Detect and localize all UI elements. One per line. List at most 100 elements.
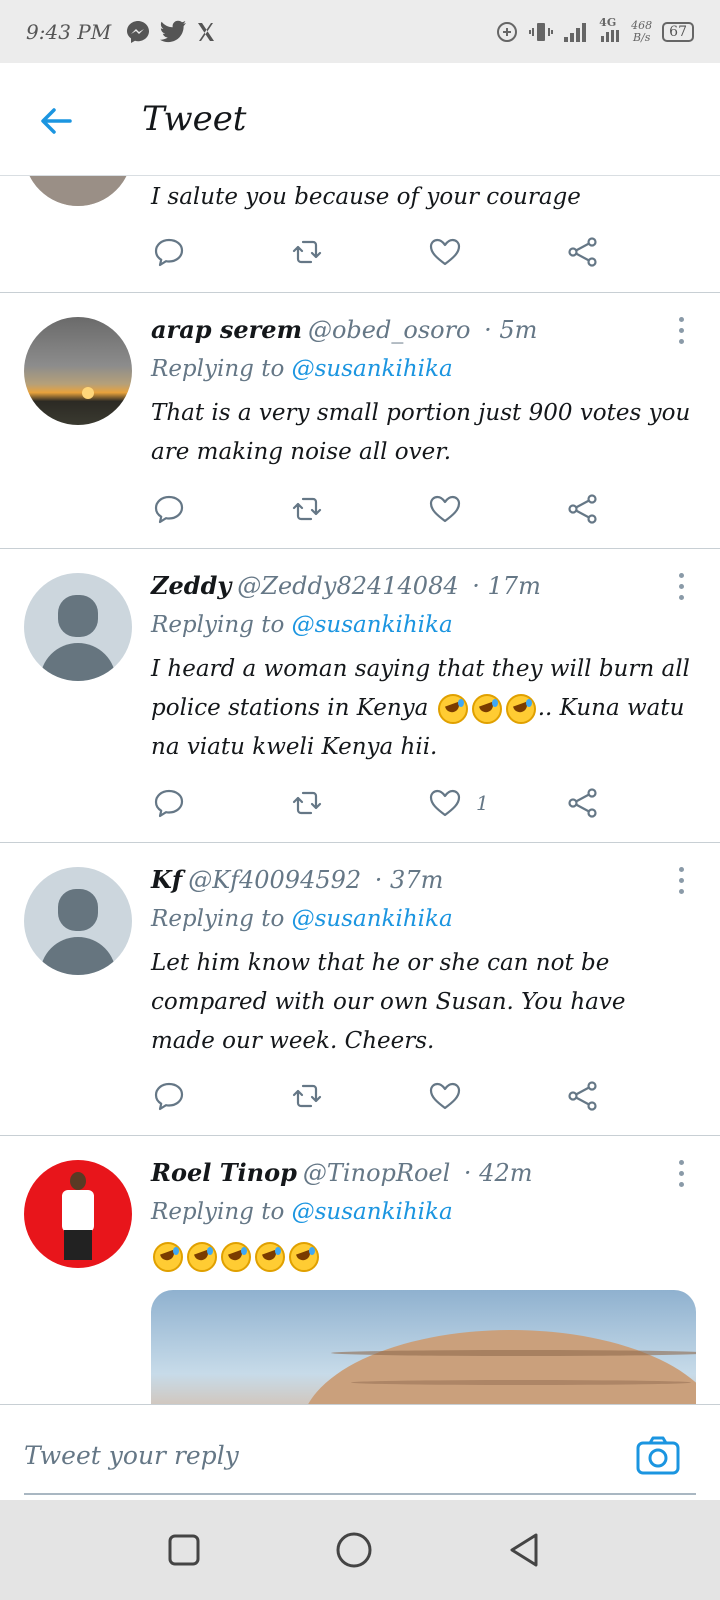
rofl-emoji bbox=[255, 1242, 285, 1272]
rofl-emoji bbox=[505, 694, 536, 724]
camera-icon[interactable] bbox=[636, 1435, 680, 1475]
mention-link[interactable]: @susankihika bbox=[292, 356, 453, 382]
more-options-icon[interactable] bbox=[678, 867, 686, 900]
tweet-time: · 17m bbox=[472, 572, 541, 600]
tweet-item[interactable]: Kf @Kf40094592 · 37m Replying to @susanki… bbox=[0, 843, 720, 1136]
user-handle[interactable]: @Zeddy82414084 bbox=[237, 572, 458, 600]
home-circle-icon[interactable] bbox=[334, 1530, 374, 1570]
share-button[interactable] bbox=[566, 232, 600, 272]
twitter-icon bbox=[160, 20, 187, 42]
mention-link[interactable]: @susankihika bbox=[292, 612, 453, 638]
reply-icon bbox=[154, 495, 184, 524]
reply-button[interactable] bbox=[152, 489, 186, 529]
display-name[interactable]: Roel Tinop bbox=[151, 1158, 297, 1187]
tweet-text bbox=[151, 1237, 696, 1276]
reply-icon bbox=[154, 789, 184, 818]
tweet-header: arap serem @obed_osoro · 5m bbox=[151, 315, 537, 344]
heart-icon bbox=[429, 789, 461, 817]
x-icon bbox=[198, 22, 215, 41]
back-triangle-icon[interactable] bbox=[504, 1530, 544, 1570]
app-bar: Tweet bbox=[0, 63, 720, 176]
reply-icon bbox=[154, 1082, 184, 1111]
status-time: 9:43 PM bbox=[26, 19, 112, 44]
messenger-icon bbox=[127, 20, 150, 43]
user-handle[interactable]: @Kf40094592 bbox=[188, 866, 361, 894]
vibrate-icon bbox=[529, 22, 554, 41]
reply-button[interactable] bbox=[152, 783, 186, 823]
avatar[interactable] bbox=[24, 573, 132, 681]
reply-icon bbox=[154, 238, 184, 267]
avatar[interactable] bbox=[24, 1160, 132, 1268]
display-name[interactable]: arap serem bbox=[151, 315, 302, 344]
share-icon bbox=[568, 788, 597, 818]
avatar[interactable] bbox=[24, 176, 132, 206]
user-handle[interactable]: @obed_osoro bbox=[308, 316, 471, 344]
tweet-item[interactable]: I salute you because of your courage bbox=[0, 176, 720, 293]
avatar[interactable] bbox=[24, 867, 132, 975]
like-count: 1 bbox=[476, 791, 489, 815]
display-name[interactable]: Zeddy bbox=[151, 571, 231, 600]
page-title: Tweet bbox=[142, 99, 247, 139]
rofl-emoji bbox=[437, 694, 468, 724]
tweet-text: I heard a woman saying that they will bu… bbox=[151, 656, 690, 760]
tweet-item[interactable]: Zeddy @Zeddy82414084 · 17m Replying to @s… bbox=[0, 549, 720, 843]
reply-feed[interactable]: I salute you because of your courage ara… bbox=[0, 176, 720, 1404]
heart-icon bbox=[429, 1082, 461, 1110]
retweet-icon bbox=[292, 497, 322, 521]
tweet-text: Let him know that he or she can not be c… bbox=[151, 950, 626, 1054]
heart-icon bbox=[429, 238, 461, 266]
like-button[interactable] bbox=[428, 232, 462, 272]
tweet-text: That is a very small portion just 900 vo… bbox=[151, 400, 691, 465]
replying-to: Replying to @susankihika bbox=[151, 612, 453, 638]
share-button[interactable] bbox=[566, 783, 600, 823]
tweet-actions bbox=[0, 1076, 720, 1116]
share-icon bbox=[568, 494, 597, 524]
recents-square-icon[interactable] bbox=[164, 1530, 204, 1570]
reply-button[interactable] bbox=[152, 232, 186, 272]
tweet-header: Roel Tinop @TinopRoel · 42m bbox=[151, 1158, 532, 1187]
like-button[interactable]: 1 bbox=[428, 783, 489, 823]
user-handle[interactable]: @TinopRoel bbox=[303, 1159, 450, 1187]
mention-link[interactable]: @susankihika bbox=[292, 1199, 453, 1225]
back-arrow-icon[interactable] bbox=[36, 101, 76, 141]
reply-button[interactable] bbox=[152, 1076, 186, 1116]
rofl-emoji bbox=[289, 1242, 319, 1272]
tweet-text: I salute you because of your courage bbox=[151, 184, 581, 210]
signal-4g-icon: 4G bbox=[599, 16, 621, 44]
data-saver-icon bbox=[497, 21, 518, 42]
retweet-button[interactable] bbox=[290, 232, 324, 272]
tweet-time: · 37m bbox=[374, 866, 444, 894]
like-button[interactable] bbox=[428, 1076, 462, 1116]
mention-link[interactable]: @susankihika bbox=[292, 906, 453, 932]
tweet-header: Kf @Kf40094592 · 37m bbox=[151, 865, 443, 894]
like-button[interactable] bbox=[428, 489, 462, 529]
tweet-image[interactable] bbox=[151, 1290, 696, 1404]
share-icon bbox=[568, 237, 597, 267]
share-icon bbox=[568, 1081, 597, 1111]
battery-icon: 67 bbox=[662, 21, 694, 42]
more-options-icon[interactable] bbox=[678, 317, 686, 350]
display-name[interactable]: Kf bbox=[151, 865, 182, 894]
rofl-emoji bbox=[153, 1242, 183, 1272]
avatar[interactable] bbox=[24, 317, 132, 425]
share-button[interactable] bbox=[566, 1076, 600, 1116]
signal-icon bbox=[564, 22, 587, 42]
tweet-item[interactable]: arap serem @obed_osoro · 5m Replying to @… bbox=[0, 293, 720, 549]
retweet-button[interactable] bbox=[290, 783, 324, 823]
reply-input[interactable]: Tweet your reply bbox=[24, 1441, 239, 1470]
retweet-button[interactable] bbox=[290, 1076, 324, 1116]
network-speed: 468 B/s bbox=[631, 18, 653, 44]
retweet-icon bbox=[292, 1084, 322, 1108]
retweet-icon bbox=[292, 240, 322, 264]
reply-composer: Tweet your reply bbox=[0, 1404, 720, 1501]
retweet-button[interactable] bbox=[290, 489, 324, 529]
replying-to: Replying to @susankihika bbox=[151, 356, 453, 382]
share-button[interactable] bbox=[566, 489, 600, 529]
system-nav-bar bbox=[0, 1500, 720, 1600]
tweet-actions: 1 bbox=[0, 783, 720, 823]
replying-to: Replying to @susankihika bbox=[151, 1199, 453, 1225]
heart-icon bbox=[429, 495, 461, 523]
more-options-icon[interactable] bbox=[678, 573, 686, 606]
status-bar: 9:43 PM 4G 468 B/s 67 bbox=[0, 0, 720, 63]
more-options-icon[interactable] bbox=[678, 1160, 686, 1193]
